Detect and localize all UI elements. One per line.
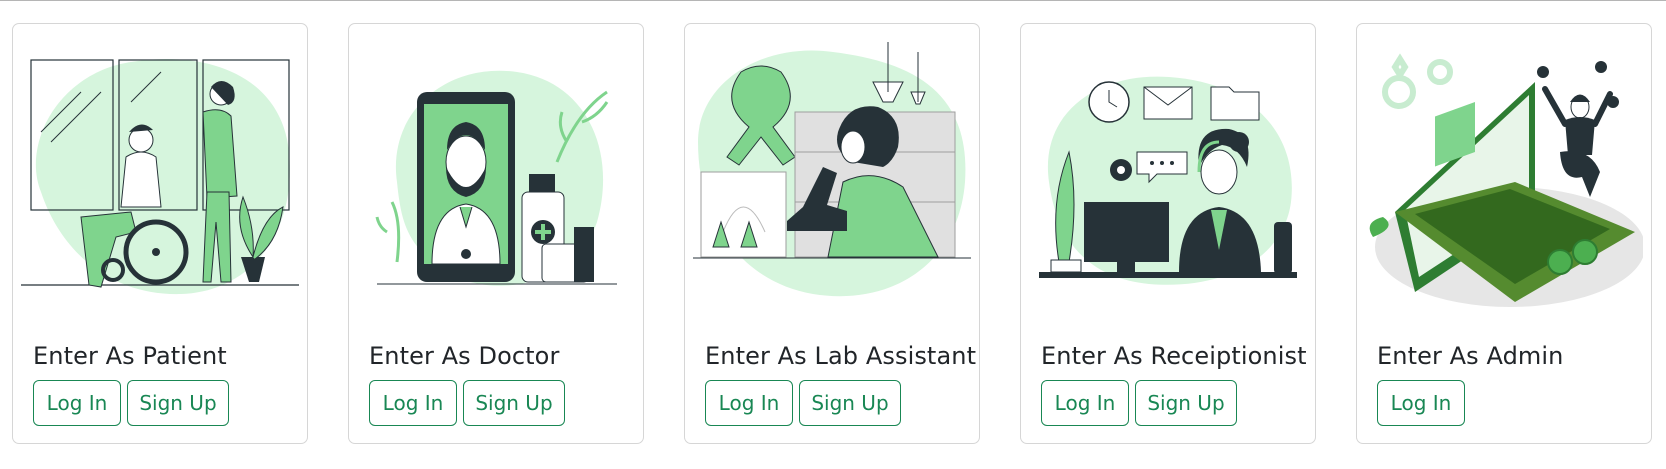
patient-wheelchair-illustration bbox=[21, 32, 299, 320]
receptionist-login-button[interactable]: Log In bbox=[1041, 380, 1129, 426]
card-title: Enter As Admin bbox=[1377, 342, 1564, 370]
card-title: Enter As Doctor bbox=[369, 342, 560, 370]
lab-assistant-signup-button[interactable]: Sign Up bbox=[799, 380, 901, 426]
admin-laptop-illustration bbox=[1365, 32, 1643, 320]
doctor-login-button[interactable]: Log In bbox=[369, 380, 457, 426]
card-actions: Log In Sign Up bbox=[33, 380, 229, 426]
card-actions: Log In bbox=[1377, 380, 1465, 426]
card-title: Enter As Patient bbox=[33, 342, 227, 370]
card-title: Enter As Lab Assistant bbox=[705, 342, 977, 370]
card-title: Enter As Receiptionist bbox=[1041, 342, 1307, 370]
doctor-signup-button[interactable]: Sign Up bbox=[463, 380, 565, 426]
card-patient: Enter As Patient Log In Sign Up bbox=[12, 23, 308, 444]
card-lab-assistant: Enter As Lab Assistant Log In Sign Up bbox=[684, 23, 980, 444]
card-actions: Log In Sign Up bbox=[705, 380, 901, 426]
receptionist-signup-button[interactable]: Sign Up bbox=[1135, 380, 1237, 426]
role-cards-row: Enter As Patient Log In Sign Up Enter As… bbox=[0, 0, 1666, 469]
card-doctor: Enter As Doctor Log In Sign Up bbox=[348, 23, 644, 444]
card-actions: Log In Sign Up bbox=[369, 380, 565, 426]
patient-signup-button[interactable]: Sign Up bbox=[127, 380, 229, 426]
doctor-phone-illustration bbox=[357, 32, 635, 320]
admin-login-button[interactable]: Log In bbox=[1377, 380, 1465, 426]
card-receptionist: Enter As Receiptionist Log In Sign Up bbox=[1020, 23, 1316, 444]
card-admin: Enter As Admin Log In bbox=[1356, 23, 1652, 444]
lab-microscope-illustration bbox=[693, 32, 971, 320]
patient-login-button[interactable]: Log In bbox=[33, 380, 121, 426]
receptionist-desk-illustration bbox=[1029, 32, 1307, 320]
card-actions: Log In Sign Up bbox=[1041, 380, 1237, 426]
lab-assistant-login-button[interactable]: Log In bbox=[705, 380, 793, 426]
